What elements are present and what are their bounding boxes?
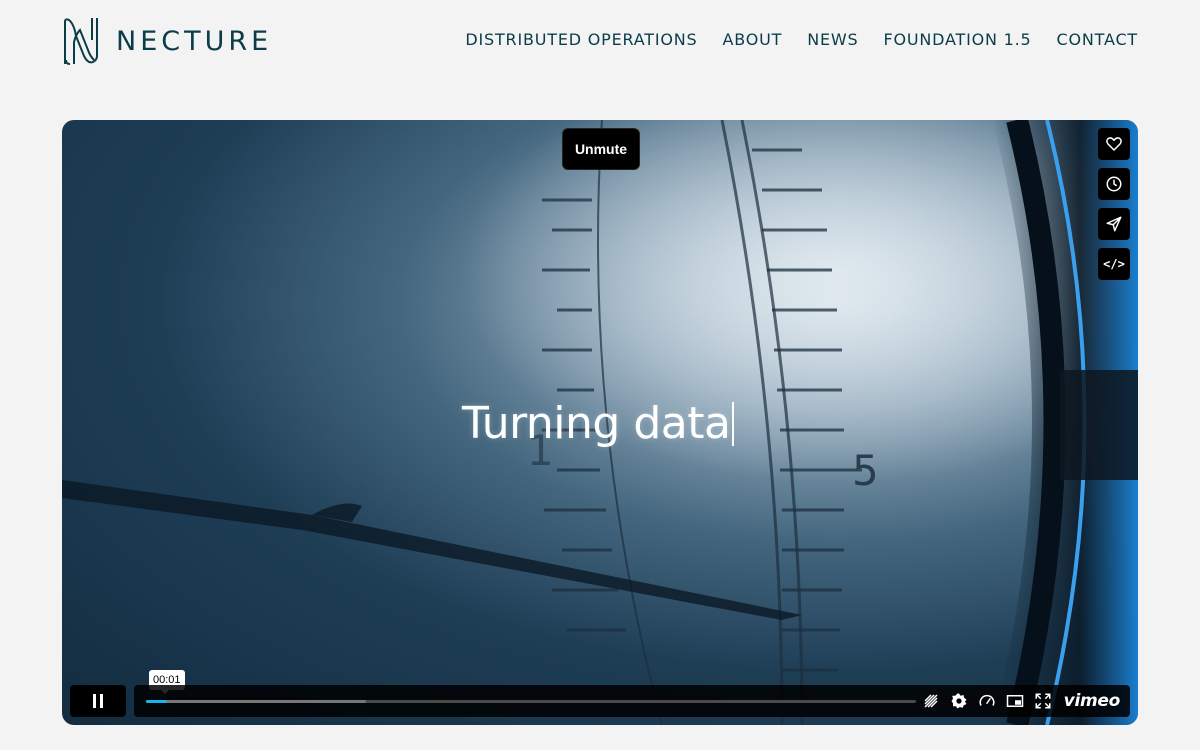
- nav-contact[interactable]: CONTACT: [1057, 30, 1138, 49]
- clock-icon: [1106, 176, 1122, 192]
- settings-icon: [951, 693, 967, 709]
- embed-icon: </>: [1103, 257, 1125, 271]
- pause-icon-bar: [93, 694, 96, 708]
- send-icon: [1106, 216, 1122, 232]
- like-button[interactable]: [1098, 128, 1130, 160]
- pip-button[interactable]: [1006, 692, 1024, 710]
- speed-button[interactable]: [978, 692, 996, 710]
- video-control-bar: vimeo: [134, 685, 1130, 717]
- settings-button[interactable]: [950, 692, 968, 710]
- pip-icon: [1006, 695, 1023, 707]
- played-bar: [146, 700, 167, 703]
- pause-icon-bar: [100, 694, 103, 708]
- vimeo-logo[interactable]: vimeo: [1064, 691, 1121, 711]
- n-monogram-icon: [64, 18, 98, 65]
- site-logo[interactable]: NECTURE: [62, 16, 272, 66]
- progress-bar[interactable]: [146, 700, 916, 703]
- caption-text: Turning data: [462, 398, 731, 449]
- nav-news[interactable]: NEWS: [807, 30, 858, 49]
- text-caret: [732, 402, 735, 446]
- control-icons: vimeo: [922, 685, 1120, 717]
- video-player[interactable]: 5 1 Turning data Unmute </> 00:01 vimeo: [62, 120, 1138, 725]
- video-side-actions: </>: [1098, 128, 1130, 280]
- share-button[interactable]: [1098, 208, 1130, 240]
- video-caption: Turning data: [462, 398, 735, 449]
- fullscreen-icon: [1035, 693, 1051, 709]
- fullscreen-button[interactable]: [1034, 692, 1052, 710]
- hd-off-icon: [924, 694, 938, 708]
- pause-button[interactable]: [70, 685, 126, 717]
- watch-later-button[interactable]: [1098, 168, 1130, 200]
- nav-about[interactable]: ABOUT: [723, 30, 783, 49]
- buffered-bar: [146, 700, 367, 703]
- heart-icon: [1106, 137, 1122, 151]
- svg-text:5: 5: [852, 446, 879, 495]
- brand-name: NECTURE: [116, 25, 273, 57]
- nav-foundation[interactable]: FOUNDATION 1.5: [884, 30, 1032, 49]
- speed-icon: [979, 694, 995, 706]
- unmute-button[interactable]: Unmute: [562, 128, 640, 170]
- nav-distributed-operations[interactable]: DISTRIBUTED OPERATIONS: [465, 30, 697, 49]
- quality-button[interactable]: [922, 692, 940, 710]
- site-header: NECTURE DISTRIBUTED OPERATIONS ABOUT NEW…: [0, 0, 1200, 82]
- embed-button[interactable]: </>: [1098, 248, 1130, 280]
- main-nav: DISTRIBUTED OPERATIONS ABOUT NEWS FOUNDA…: [465, 30, 1138, 49]
